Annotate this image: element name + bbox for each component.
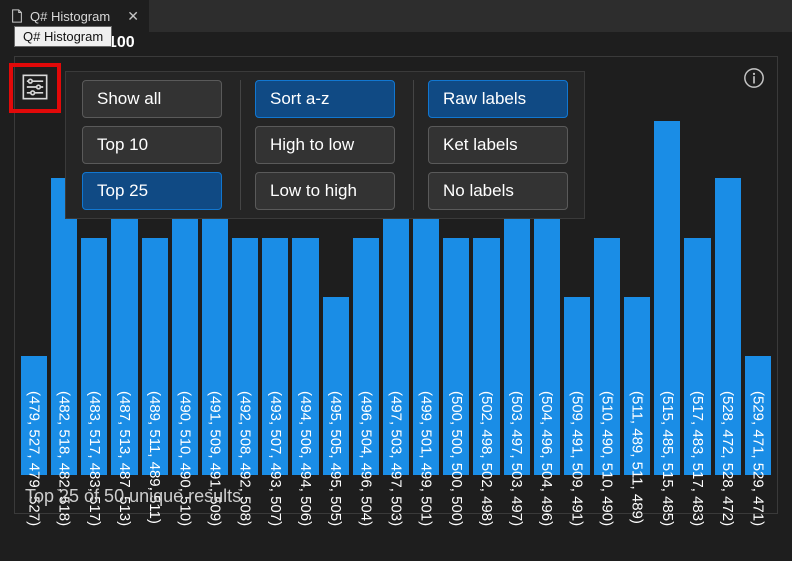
- bar-label: (511, 489, 511, 489): [629, 391, 646, 524]
- filter-option-button[interactable]: Ket labels: [428, 126, 568, 164]
- tab-label: Q# Histogram: [30, 9, 110, 24]
- histogram-bar[interactable]: (510, 490, 510, 490): [594, 121, 620, 475]
- settings-highlight: [9, 63, 61, 113]
- settings-sliders-icon[interactable]: [21, 73, 49, 101]
- bar-label: (494, 506, 494, 506): [297, 391, 314, 526]
- filter-option-button[interactable]: Top 25: [82, 172, 222, 210]
- info-icon[interactable]: [743, 67, 765, 89]
- bar-label: (500, 500, 500, 500): [448, 391, 465, 526]
- filter-option-button[interactable]: No labels: [428, 172, 568, 210]
- bar-label: (502, 498, 502, 498): [478, 391, 495, 526]
- chart-footer-summary: Top 25 of 50 unique results: [25, 486, 241, 507]
- file-icon: [10, 9, 24, 23]
- bar-label: (517, 483, 517, 483): [689, 391, 706, 526]
- bar-label: (515, 485, 515, 485): [659, 391, 676, 526]
- filter-menu: Show all Top 10 Top 25 Sort a-z High to low…: [65, 71, 585, 219]
- histogram-bar[interactable]: (517, 483, 517, 483): [684, 121, 710, 475]
- histogram-bar[interactable]: (528, 472, 528, 472): [715, 121, 741, 475]
- tab-tooltip: Q# Histogram: [14, 26, 112, 47]
- histogram-bar[interactable]: (515, 485, 515, 485): [654, 121, 680, 475]
- bar-label: (529, 471, 529, 471): [749, 391, 766, 526]
- filter-menu-col-count: Show all Top 10 Top 25: [76, 80, 228, 210]
- tab-bar: Q# Histogram ✕: [0, 0, 792, 32]
- filter-option-button[interactable]: Raw labels: [428, 80, 568, 118]
- bar-label: (510, 490, 510, 490): [599, 391, 616, 526]
- filter-option-button[interactable]: Low to high: [255, 172, 395, 210]
- close-icon[interactable]: ✕: [127, 8, 139, 25]
- bar-label: (504, 496, 504, 496): [538, 391, 555, 526]
- bar-label: (493, 507, 493, 507): [267, 391, 284, 526]
- bar-label: (509, 491, 509, 491): [568, 391, 585, 526]
- histogram-bar[interactable]: (529, 471, 529, 471): [745, 121, 771, 475]
- tab-bar-empty: [150, 0, 792, 32]
- filter-option-button[interactable]: Sort a-z: [255, 80, 395, 118]
- bar-label: (497, 503, 497, 503): [387, 391, 404, 526]
- bar-label: (503, 497, 503, 497): [508, 391, 525, 526]
- filter-menu-col-labels: Raw labels Ket labels No labels: [413, 80, 574, 210]
- filter-option-button[interactable]: Top 10: [82, 126, 222, 164]
- bar-label: (528, 472, 528, 472): [719, 391, 736, 526]
- bar-label: (499, 501, 499, 501): [418, 391, 435, 526]
- filter-option-button[interactable]: Show all: [82, 80, 222, 118]
- bar-label: (496, 504, 496, 504): [357, 391, 374, 526]
- histogram-bar[interactable]: (511, 489, 511, 489): [624, 121, 650, 475]
- filter-menu-col-sort: Sort a-z High to low Low to high: [240, 80, 401, 210]
- total-shots-label: Total shots: 100: [0, 32, 792, 56]
- bar-label: (495, 505, 495, 505): [327, 391, 344, 526]
- filter-option-button[interactable]: High to low: [255, 126, 395, 164]
- histogram-panel: Show all Top 10 Top 25 Sort a-z High to low…: [14, 56, 778, 514]
- histogram-bar[interactable]: (479, 527, 479, 527): [21, 121, 47, 475]
